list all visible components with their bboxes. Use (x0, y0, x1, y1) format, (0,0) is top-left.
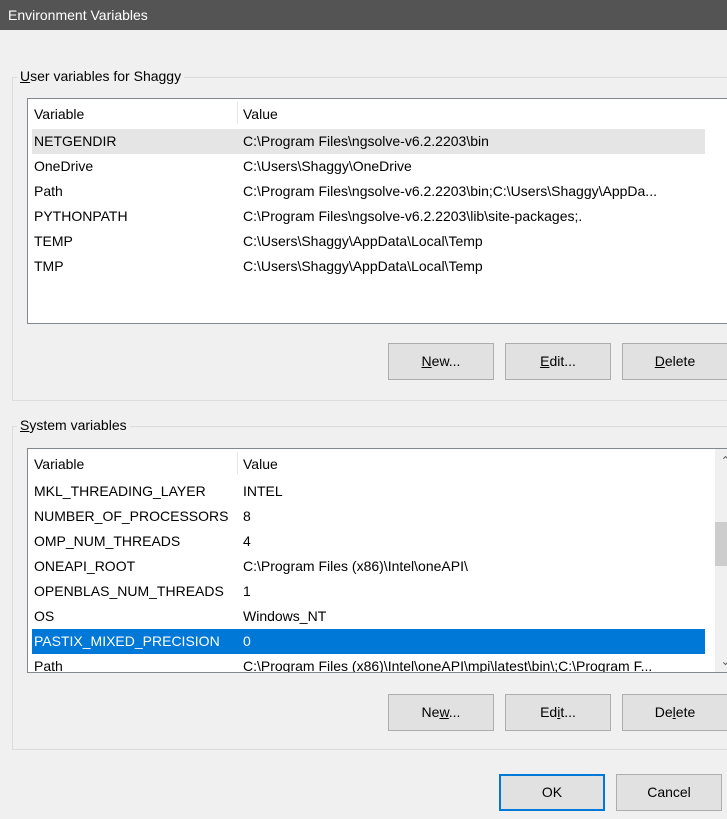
system-delete-button[interactable]: Delete (622, 694, 727, 731)
column-header-variable[interactable]: Variable (34, 449, 84, 474)
column-header-value[interactable]: Value (243, 99, 278, 124)
scroll-up-icon[interactable]: ⌃ (715, 451, 727, 472)
list-item[interactable]: NUMBER_OF_PROCESSORS 8 (32, 504, 705, 529)
window-title: Environment Variables (8, 7, 148, 23)
list-item[interactable]: PYTHONPATH C:\Program Files\ngsolve-v6.2.… (32, 204, 705, 229)
list-item[interactable]: Path C:\Program Files\ngsolve-v6.2.2203\b… (32, 179, 705, 204)
list-item[interactable]: MKL_THREADING_LAYER INTEL (32, 479, 705, 504)
list-item[interactable]: TEMP C:\Users\Shaggy\AppData\Local\Temp (32, 229, 705, 254)
list-item[interactable]: TMP C:\Users\Shaggy\AppData\Local\Temp (32, 254, 705, 279)
list-item[interactable]: OPENBLAS_NUM_THREADS 1 (32, 579, 705, 604)
system-list-header: Variable Value (28, 449, 727, 474)
user-edit-button[interactable]: Edit... (505, 343, 611, 380)
list-item-selected[interactable]: PASTIX_MIXED_PRECISION 0 (32, 629, 705, 654)
list-item[interactable]: OneDrive C:\Users\Shaggy\OneDrive (32, 154, 705, 179)
column-header-variable[interactable]: Variable (34, 99, 84, 124)
list-item[interactable]: ONEAPI_ROOT C:\Program Files (x86)\Intel\… (32, 554, 705, 579)
column-header-value[interactable]: Value (243, 449, 278, 474)
cancel-button[interactable]: Cancel (616, 774, 722, 811)
list-item[interactable]: OS Windows_NT (32, 604, 705, 629)
list-item[interactable]: NETGENDIR C:\Program Files\ngsolve-v6.2.2… (32, 129, 705, 154)
system-edit-button[interactable]: Edit... (505, 694, 611, 731)
scroll-down-icon[interactable]: ⌄ (715, 651, 727, 672)
user-list-header: Variable Value (28, 99, 727, 124)
user-variables-list[interactable]: Variable Value NETGENDIR C:\Program Files… (27, 98, 727, 324)
list-item[interactable]: Path C:\Program Files (x86)\Intel\oneAPI\… (32, 654, 705, 672)
system-new-button[interactable]: New... (388, 694, 494, 731)
system-list-scrollbar[interactable]: ⌃ ⌄ (715, 449, 727, 672)
window-title-bar: Environment Variables (0, 0, 727, 30)
user-new-button[interactable]: New... (388, 343, 494, 380)
list-item[interactable]: OMP_NUM_THREADS 4 (32, 529, 705, 554)
user-delete-button[interactable]: Delete (622, 343, 727, 380)
ok-button[interactable]: OK (499, 774, 605, 811)
system-variables-label: System variables (17, 416, 130, 434)
scrollbar-thumb[interactable] (715, 522, 727, 566)
user-variables-label: User variables for Shaggy (17, 67, 185, 85)
system-variables-list[interactable]: Variable Value MKL_THREADING_LAYER INTEL … (27, 448, 727, 673)
